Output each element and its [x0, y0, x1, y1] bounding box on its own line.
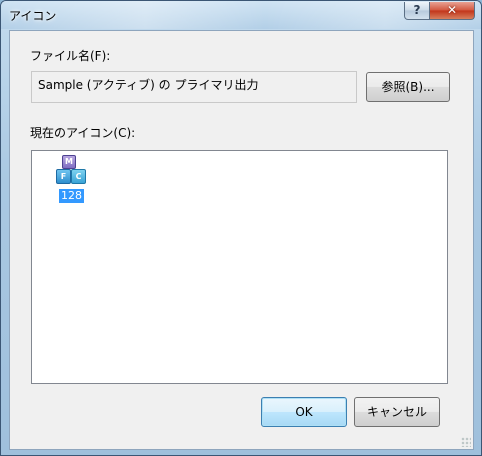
app-icon-cubes: M F C — [56, 155, 86, 185]
window-title: アイコン — [9, 9, 57, 23]
ok-button[interactable]: OK — [261, 397, 347, 427]
icon-dialog-window: アイコン ? ✕ ファイル名(F): Sample (アクティブ) の プライマ… — [0, 0, 482, 456]
help-icon: ? — [413, 3, 421, 17]
icon-list[interactable]: M F C 128 — [31, 150, 448, 384]
browse-button[interactable]: 参照(B)... — [366, 72, 450, 102]
resize-grip[interactable] — [461, 437, 471, 447]
help-button[interactable]: ? — [404, 2, 430, 20]
ok-button-label: OK — [295, 405, 313, 419]
browse-button-label: 参照(B)... — [381, 80, 435, 94]
cancel-button[interactable]: キャンセル — [354, 397, 440, 427]
file-name-label: ファイル名(F): — [30, 49, 111, 63]
cancel-button-label: キャンセル — [366, 405, 427, 419]
cube-icon-right: C — [71, 169, 86, 184]
file-name-field[interactable]: Sample (アクティブ) の プライマリ出力 — [31, 71, 357, 103]
title-bar[interactable]: アイコン ? ✕ — [1, 1, 481, 29]
file-name-value: Sample (アクティブ) の プライマリ出力 — [38, 78, 259, 92]
cube-icon-top: M — [62, 155, 76, 169]
close-button[interactable]: ✕ — [429, 2, 475, 20]
close-icon: ✕ — [446, 3, 458, 17]
icon-item-label: 128 — [59, 189, 84, 203]
icon-item-128[interactable]: M F C 128 — [56, 155, 86, 203]
cube-icon-left: F — [56, 169, 71, 184]
dialog-client-area: ファイル名(F): Sample (アクティブ) の プライマリ出力 参照(B)… — [9, 30, 474, 450]
current-icon-label: 現在のアイコン(C): — [30, 126, 136, 140]
